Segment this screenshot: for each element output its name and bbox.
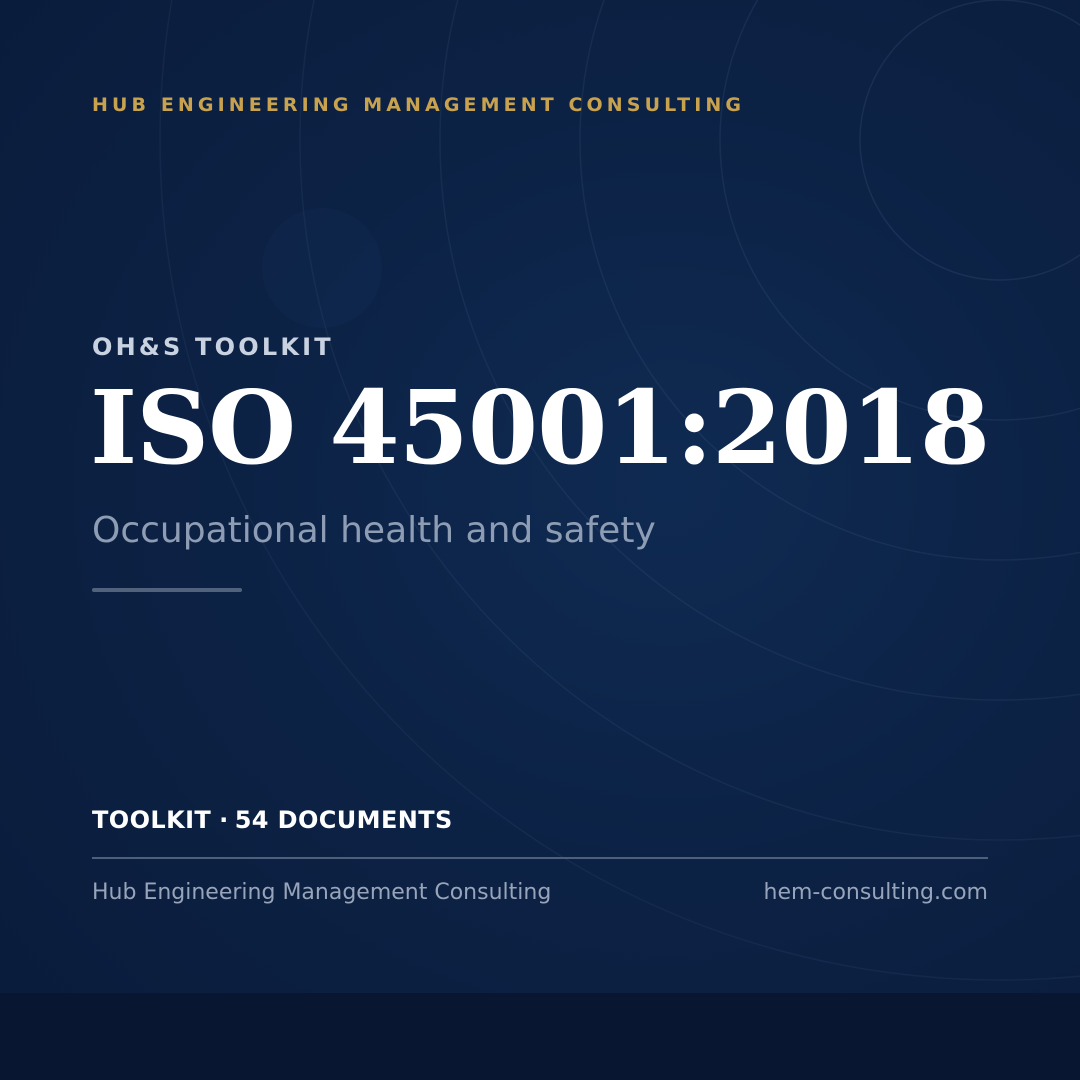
accent-divider	[92, 588, 242, 592]
bottom-band	[0, 993, 1080, 1080]
cover-card: HUB ENGINEERING MANAGEMENT CONSULTING OH…	[0, 0, 1080, 1080]
footer-company: Hub Engineering Management Consulting	[92, 880, 552, 905]
brand-name: HUB ENGINEERING MANAGEMENT CONSULTING	[92, 94, 746, 116]
page-subtitle: Occupational health and safety	[92, 510, 656, 551]
footer-divider	[92, 857, 988, 859]
document-count: 54 DOCUMENTS	[234, 806, 453, 834]
page-title: ISO 45001:2018	[90, 368, 990, 487]
toolkit-meta: TOOLKIT · 54 DOCUMENTS	[92, 806, 453, 834]
meta-separator: ·	[219, 806, 229, 834]
toolkit-type: TOOLKIT	[92, 806, 212, 834]
footer-website: hem-consulting.com	[763, 880, 989, 905]
toolkit-eyebrow: OH&S TOOLKIT	[92, 333, 334, 361]
